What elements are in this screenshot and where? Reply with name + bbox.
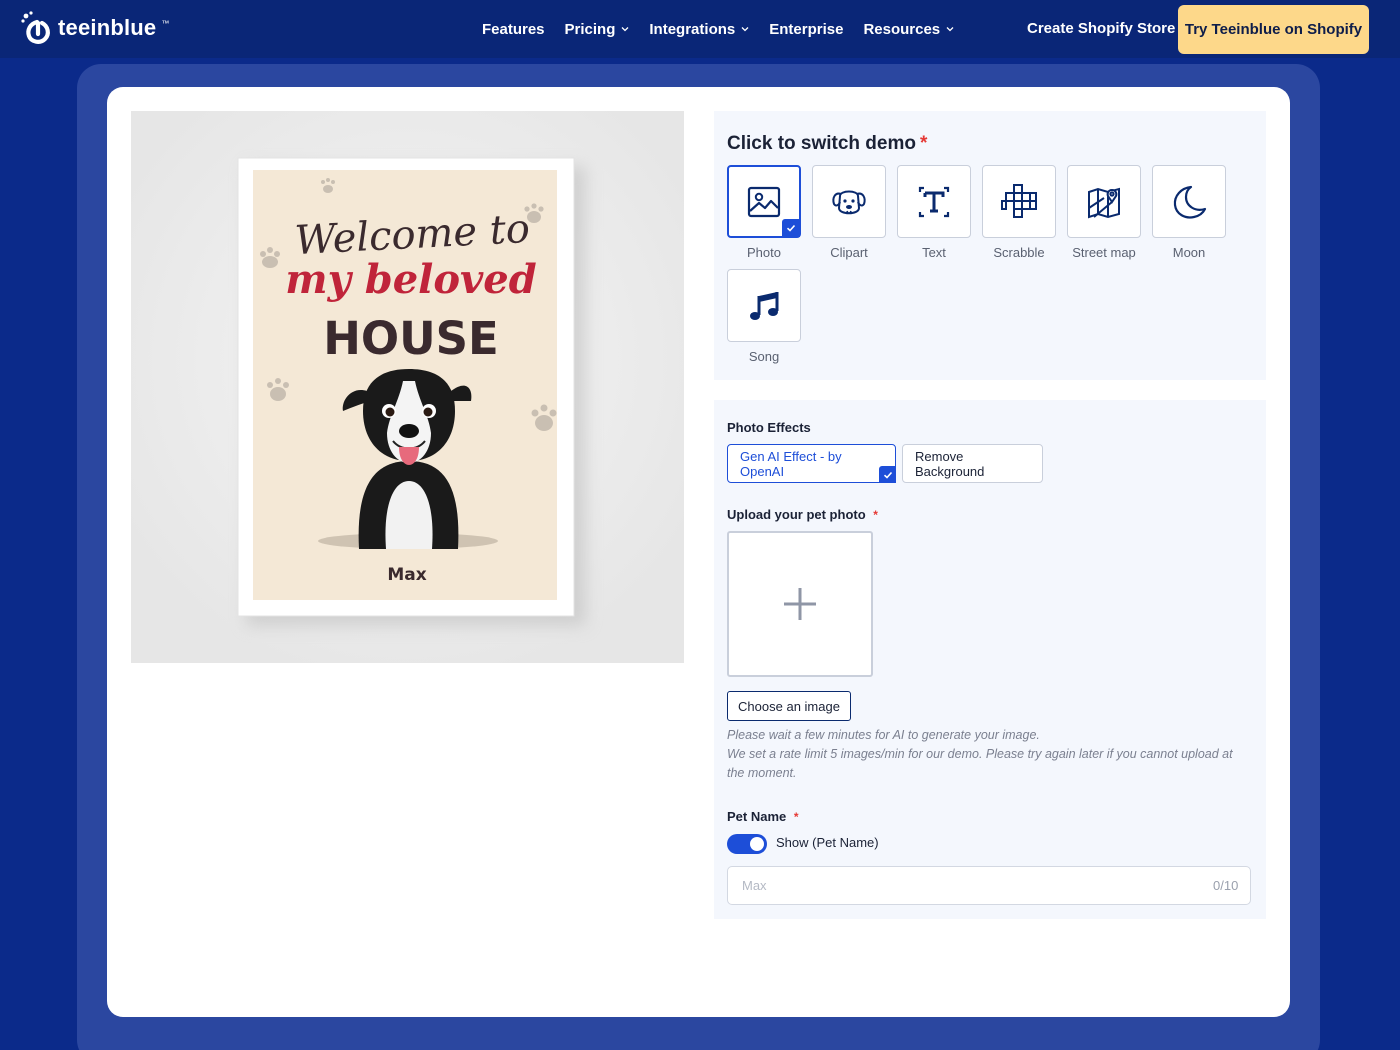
effect-remove-background-button[interactable]: Remove Background bbox=[902, 444, 1043, 483]
brand-trademark: ™ bbox=[161, 18, 170, 28]
upload-note-line: We set a rate limit 5 images/min for our… bbox=[727, 747, 1233, 780]
photo-effects-label: Photo Effects bbox=[727, 420, 811, 435]
photo-upload-dropzone[interactable] bbox=[727, 531, 873, 677]
poster-pet-name: Max bbox=[387, 565, 426, 585]
chevron-down-icon bbox=[621, 27, 629, 32]
demo-option-label: Photo bbox=[747, 245, 781, 260]
demo-option-moon[interactable]: Moon bbox=[1152, 165, 1226, 263]
demo-option-clipart-tile[interactable] bbox=[812, 165, 886, 238]
upload-note-line: Please wait a few minutes for AI to gene… bbox=[727, 728, 1040, 742]
nav-link-label: Resources bbox=[863, 20, 941, 38]
product-preview: Welcome to my beloved HOUSE Max bbox=[131, 111, 684, 663]
demo-option-scrabble[interactable]: Scrabble bbox=[982, 165, 1056, 263]
effect-option-label: Remove Background bbox=[915, 448, 985, 479]
scrabble-icon bbox=[1001, 183, 1037, 218]
demo-option-song-tile[interactable] bbox=[727, 269, 801, 342]
demo-option-photo-tile[interactable] bbox=[727, 165, 801, 238]
demo-option-label: Moon bbox=[1172, 245, 1206, 260]
poster-line-house: HOUSE bbox=[323, 312, 499, 365]
nav-links: Features Pricing Integrations Enterprise… bbox=[482, 0, 954, 58]
poster-preview-image: Welcome to my beloved HOUSE Max bbox=[131, 111, 684, 663]
chevron-down-icon bbox=[741, 27, 749, 32]
nav-link-features[interactable]: Features bbox=[482, 21, 545, 38]
nav-link-label: Enterprise bbox=[769, 20, 844, 38]
nav-link-label: Pricing bbox=[564, 20, 616, 38]
text-icon bbox=[918, 186, 950, 217]
pet-name-label: Pet Name * bbox=[727, 809, 799, 824]
upload-pet-photo-label: Upload your pet photo * bbox=[727, 507, 878, 522]
required-asterisk: * bbox=[793, 810, 799, 824]
demo-switch-title: Click to switch demo * bbox=[727, 133, 927, 155]
selected-check-badge bbox=[879, 466, 896, 483]
demo-option-label: Song bbox=[748, 349, 780, 364]
demo-option-moon-tile[interactable] bbox=[1152, 165, 1226, 238]
poster-line-beloved: my beloved bbox=[285, 256, 536, 303]
demo-option-label: Scrabble bbox=[993, 245, 1045, 260]
moon-icon bbox=[1173, 185, 1207, 219]
demo-option-scrabble-tile[interactable] bbox=[982, 165, 1056, 238]
demo-option-song[interactable]: Song bbox=[727, 269, 801, 367]
demo-option-label: Street map bbox=[1072, 245, 1136, 260]
photo-icon bbox=[747, 186, 781, 217]
demo-option-street-map-tile[interactable] bbox=[1067, 165, 1141, 238]
upload-label-text: Upload your pet photo bbox=[727, 507, 866, 522]
effect-gen-ai-button[interactable]: Gen AI Effect - by OpenAI bbox=[727, 444, 896, 483]
map-icon bbox=[1088, 187, 1120, 218]
brand-name: teeinblue bbox=[58, 15, 157, 40]
brand-logo[interactable]: teeinblue ™ bbox=[20, 10, 169, 46]
plus-icon bbox=[784, 588, 816, 620]
demo-option-label: Text bbox=[922, 245, 946, 260]
demo-switch-title-text: Click to switch demo bbox=[727, 133, 916, 154]
demo-option-street-map[interactable]: Street map bbox=[1067, 165, 1141, 263]
nav-link-resources[interactable]: Resources bbox=[863, 21, 954, 38]
show-pet-name-toggle[interactable] bbox=[727, 834, 767, 854]
upload-note: Please wait a few minutes for AI to gene… bbox=[727, 726, 1247, 783]
top-navigation: teeinblue ™ Features Pricing Integration… bbox=[0, 0, 1400, 58]
teeinblue-logo-icon bbox=[21, 11, 50, 44]
try-on-shopify-button[interactable]: Try Teeinblue on Shopify bbox=[1178, 5, 1369, 54]
demo-option-text[interactable]: Text bbox=[897, 165, 971, 263]
effect-option-label: Gen AI Effect - by OpenAI bbox=[740, 448, 842, 479]
chevron-down-icon bbox=[946, 27, 954, 32]
nav-link-pricing[interactable]: Pricing bbox=[565, 21, 630, 38]
required-asterisk: * bbox=[919, 133, 928, 154]
character-counter: 0/10 bbox=[1213, 878, 1239, 893]
nav-link-label: Integrations bbox=[649, 20, 736, 38]
show-pet-name-label: Show (Pet Name) bbox=[776, 835, 879, 850]
required-asterisk: * bbox=[873, 508, 878, 522]
demo-option-clipart[interactable]: Clipart bbox=[812, 165, 886, 263]
pet-name-input[interactable] bbox=[727, 866, 1251, 905]
demo-option-photo[interactable]: Photo bbox=[727, 165, 801, 263]
nav-link-enterprise[interactable]: Enterprise bbox=[769, 21, 843, 38]
demo-option-text-tile[interactable] bbox=[897, 165, 971, 238]
checkmark-icon bbox=[786, 224, 796, 232]
selected-check-badge bbox=[782, 219, 800, 237]
create-shopify-store-link[interactable]: Create Shopify Store bbox=[1027, 20, 1175, 37]
demo-option-label: Clipart bbox=[830, 245, 868, 260]
nav-link-label: Features bbox=[482, 20, 545, 38]
choose-image-button[interactable]: Choose an image bbox=[727, 691, 851, 721]
music-note-icon bbox=[750, 291, 779, 320]
dog-clipart-icon bbox=[832, 190, 866, 214]
checkmark-icon bbox=[883, 471, 892, 479]
pet-name-label-text: Pet Name bbox=[727, 809, 787, 824]
nav-link-integrations[interactable]: Integrations bbox=[649, 21, 749, 38]
demo-options: Photo Clipart Text Scrabble Street map M… bbox=[727, 165, 1247, 367]
